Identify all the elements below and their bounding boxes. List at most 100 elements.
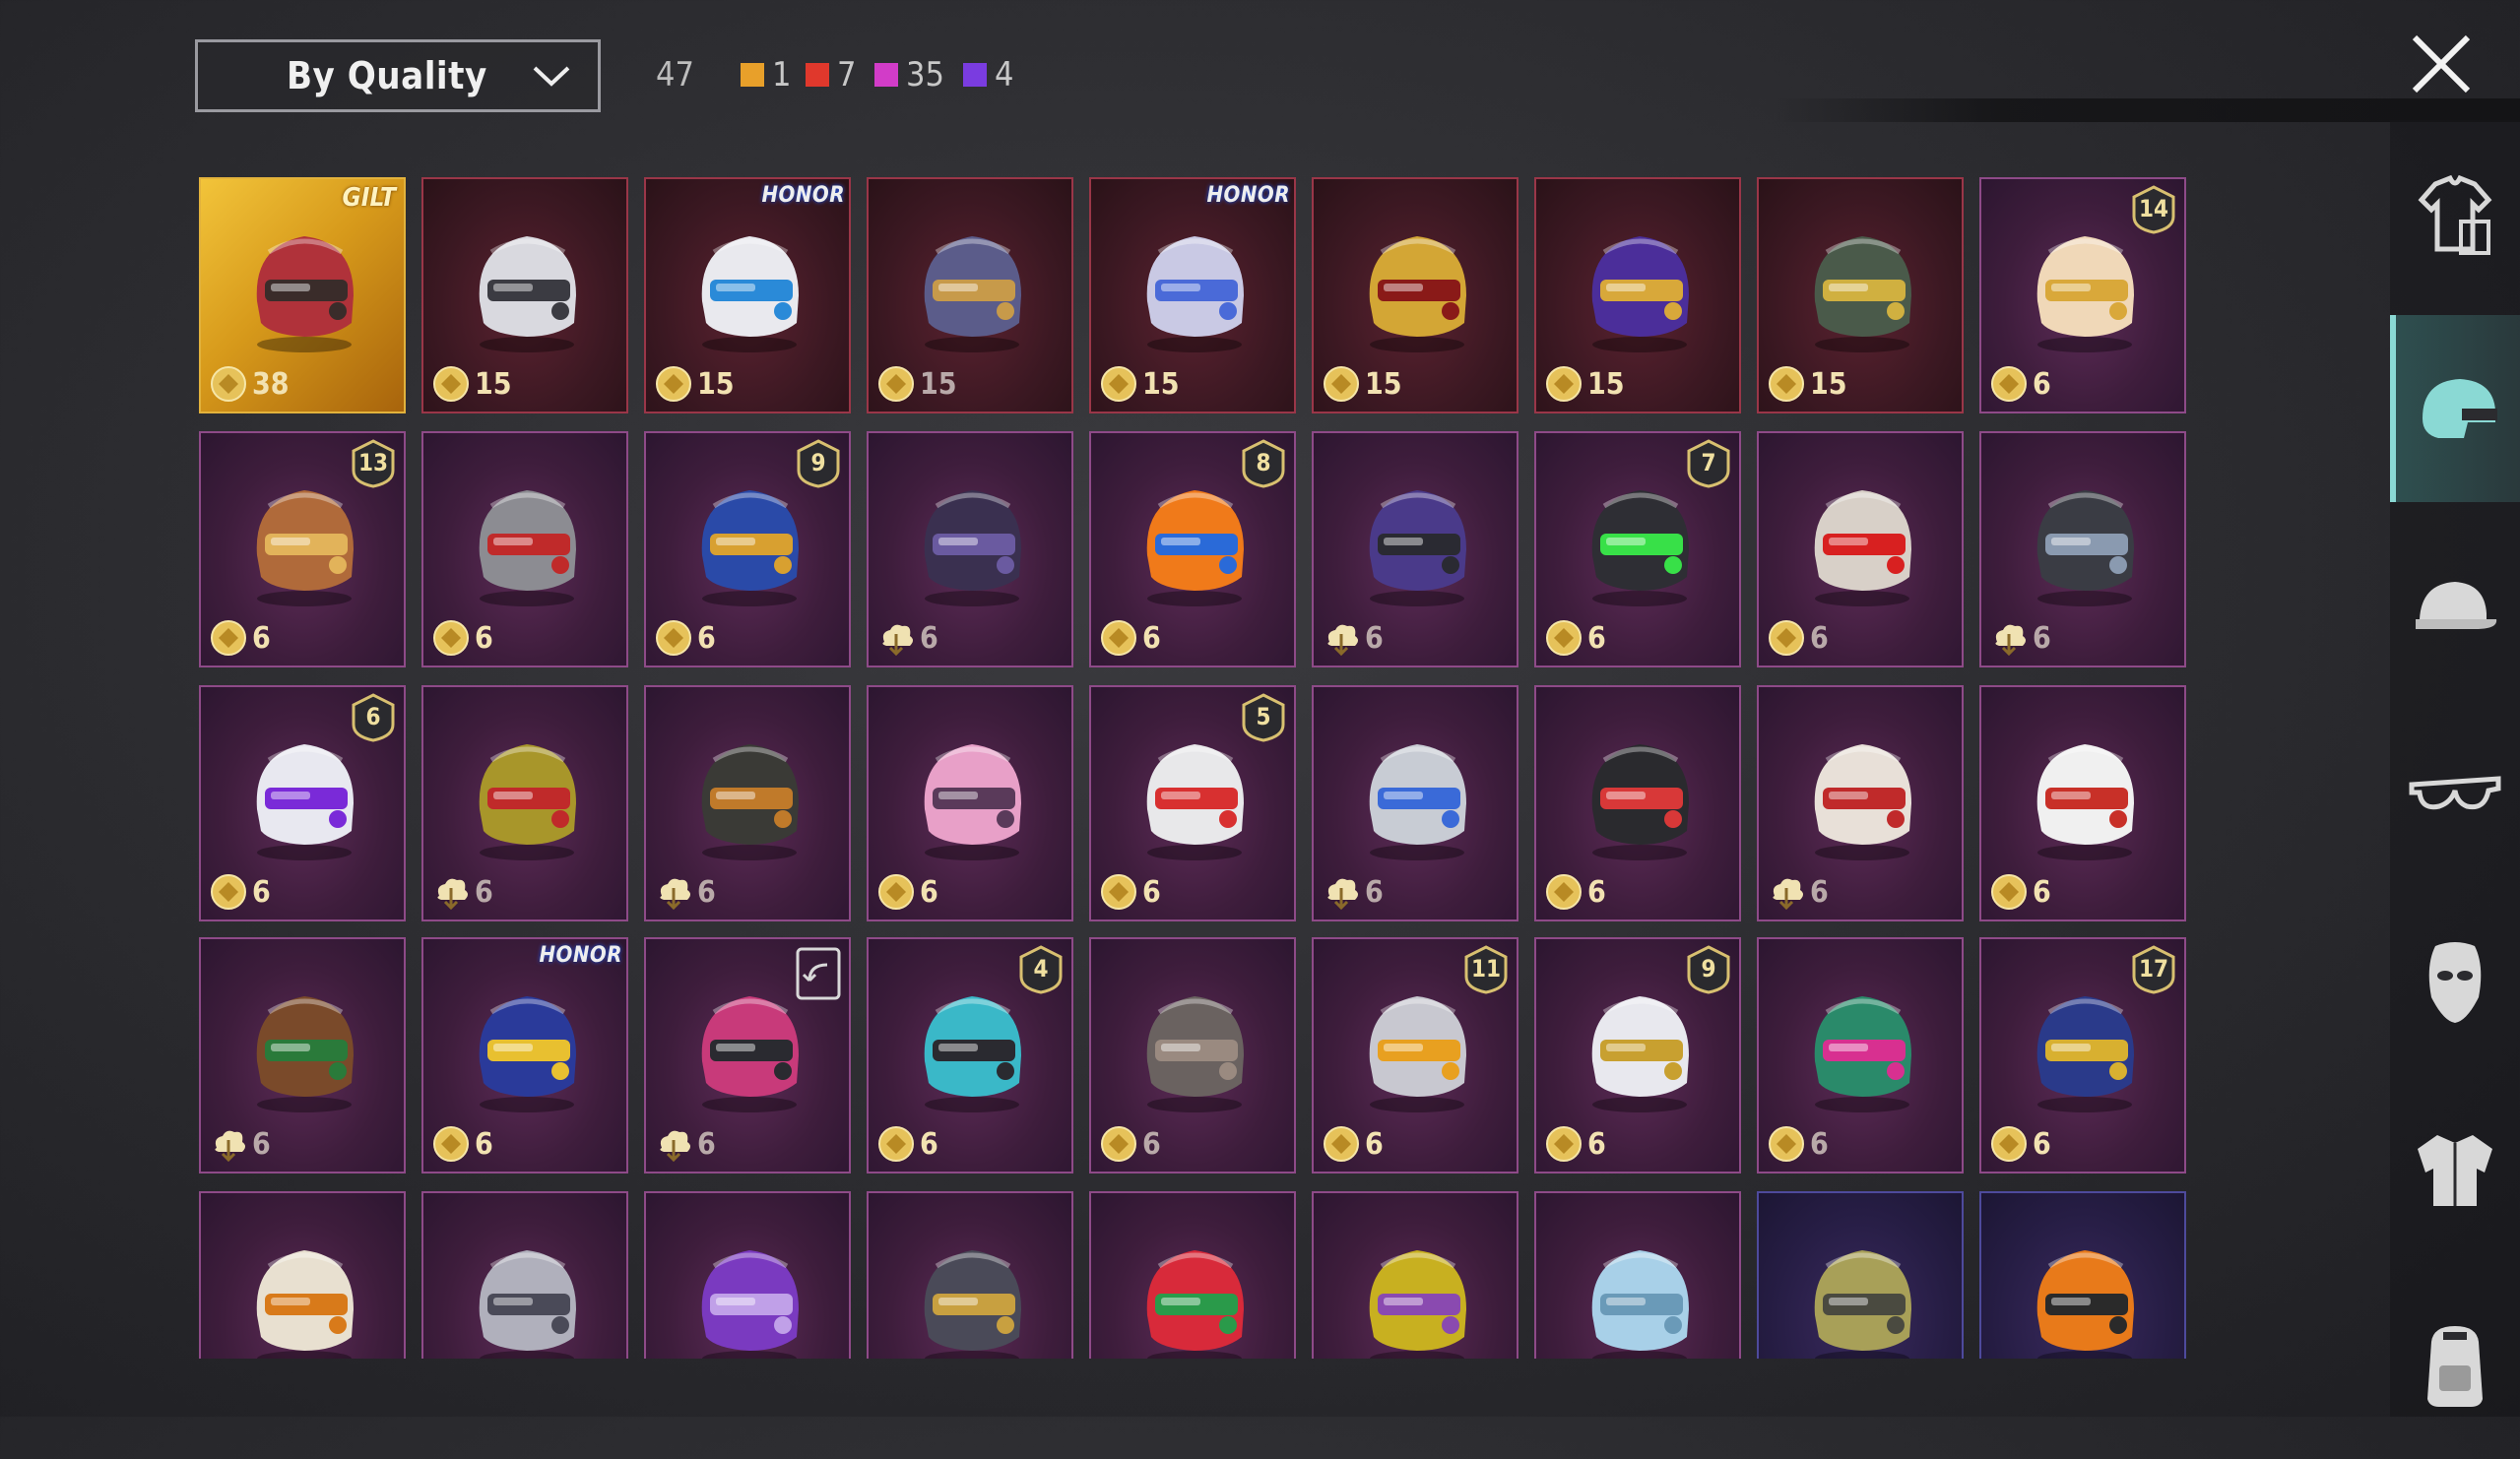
sort-dropdown[interactable]: By Quality bbox=[195, 39, 601, 112]
coin-icon bbox=[1769, 366, 1804, 402]
coin-icon bbox=[878, 1126, 914, 1162]
coin-icon bbox=[878, 874, 914, 910]
helmet-item-card[interactable]: 6 bbox=[1979, 685, 2186, 921]
helmet-item-card[interactable]: HONOR 6 bbox=[421, 937, 628, 1174]
level-badge-value: 14 bbox=[2138, 195, 2169, 222]
helmet-item-card[interactable]: 6 bbox=[1979, 431, 2186, 667]
helmet-item-card[interactable]: 6 bbox=[1757, 937, 1964, 1174]
helmet-item-card[interactable]: 6 bbox=[1312, 431, 1518, 667]
helmet-item-card[interactable]: 96 bbox=[1534, 937, 1741, 1174]
cost-value: 6 bbox=[1810, 620, 1829, 656]
cost-value: 15 bbox=[697, 366, 735, 402]
helmet-item-card[interactable]: 17 6 bbox=[1979, 937, 2186, 1174]
helmet-item-card[interactable]: 6 bbox=[199, 937, 406, 1174]
cost-value: 6 bbox=[2033, 874, 2051, 910]
helmet-item-card[interactable]: 6 bbox=[644, 685, 851, 921]
helmet-item-card[interactable]: 15 bbox=[1312, 177, 1518, 413]
item-cost: 6 bbox=[654, 872, 716, 912]
coin-icon bbox=[211, 874, 246, 910]
helmet-image bbox=[2016, 461, 2154, 608]
item-cost: 15 bbox=[1544, 364, 1625, 404]
level-badge: 14 bbox=[2131, 185, 2176, 234]
category-sidebar bbox=[2390, 120, 2520, 1417]
helmet-image bbox=[1793, 967, 1931, 1114]
cost-value: 6 bbox=[1365, 1126, 1384, 1162]
helmet-item-card[interactable] bbox=[1979, 1191, 2186, 1359]
hat-tab[interactable] bbox=[2390, 514, 2520, 701]
coin-icon bbox=[1546, 874, 1582, 910]
helmet-item-card[interactable]: 56 bbox=[1089, 685, 1296, 921]
helmet-item-card[interactable]: 13 6 bbox=[199, 431, 406, 667]
item-cost: 6 bbox=[1544, 1124, 1606, 1164]
quality-count-legendary: 1 bbox=[741, 55, 791, 95]
helmet-item-card[interactable]: 86 bbox=[1089, 431, 1296, 667]
jacket-icon bbox=[2418, 1135, 2492, 1206]
helmet-item-card[interactable]: 6 bbox=[1089, 937, 1296, 1174]
coin-icon bbox=[1101, 366, 1136, 402]
helmet-item-card[interactable] bbox=[867, 1191, 1073, 1359]
helmet-image bbox=[458, 1221, 596, 1359]
cost-value: 6 bbox=[1587, 1126, 1606, 1162]
helmet-item-card[interactable]: 6 bbox=[421, 431, 628, 667]
close-icon bbox=[2412, 34, 2471, 94]
helmet-item-card[interactable]: 15 bbox=[867, 177, 1073, 413]
cost-value: 15 bbox=[1365, 366, 1402, 402]
level-badge: 17 bbox=[2131, 945, 2176, 994]
helmet-item-card[interactable] bbox=[1534, 1191, 1741, 1359]
helmet-item-card[interactable]: 6 bbox=[1312, 685, 1518, 921]
helmet-item-card[interactable]: 66 bbox=[199, 685, 406, 921]
cost-value: 6 bbox=[697, 874, 716, 910]
helmet-item-card[interactable]: 6 bbox=[867, 431, 1073, 667]
item-cost: 6 bbox=[876, 618, 938, 658]
helmet-item-card[interactable]: 15 bbox=[1534, 177, 1741, 413]
helmet-item-card[interactable] bbox=[199, 1191, 406, 1359]
eyewear-tab[interactable] bbox=[2390, 701, 2520, 888]
helmet-item-card[interactable] bbox=[644, 1191, 851, 1359]
helmet-item-card[interactable] bbox=[1757, 1191, 1964, 1359]
helmet-item-card[interactable]: 6 bbox=[644, 937, 851, 1174]
helmet-item-card[interactable]: HONOR 15 bbox=[644, 177, 851, 413]
cost-value: 15 bbox=[1810, 366, 1847, 402]
backpack-tab[interactable] bbox=[2390, 1272, 2520, 1459]
helmet-item-card[interactable]: HONOR 15 bbox=[1089, 177, 1296, 413]
coin-icon bbox=[1324, 1126, 1359, 1162]
cap-icon bbox=[2416, 582, 2497, 629]
cost-value: 6 bbox=[475, 620, 493, 656]
quality-swatch bbox=[741, 63, 764, 87]
cost-value: 6 bbox=[1810, 1126, 1829, 1162]
close-button[interactable] bbox=[2407, 30, 2476, 98]
cost-value: 6 bbox=[2033, 620, 2051, 656]
helmet-item-card[interactable] bbox=[1312, 1191, 1518, 1359]
item-cost: 15 bbox=[1767, 364, 1847, 404]
helmet-item-card[interactable]: 6 bbox=[1757, 685, 1964, 921]
helmet-item-card[interactable]: 11 6 bbox=[1312, 937, 1518, 1174]
mask-tab[interactable] bbox=[2390, 888, 2520, 1075]
helmet-item-card[interactable]: 96 bbox=[644, 431, 851, 667]
helmet-image bbox=[1348, 461, 1486, 608]
total-count: 47 bbox=[656, 55, 694, 95]
helmet-tab[interactable] bbox=[2390, 315, 2520, 502]
level-badge: 9 bbox=[796, 439, 841, 488]
level-badge-value: 8 bbox=[1256, 449, 1271, 476]
cost-value: 6 bbox=[475, 874, 493, 910]
helmet-item-card[interactable] bbox=[421, 1191, 628, 1359]
glasses-icon bbox=[2409, 776, 2501, 810]
helmet-item-card[interactable] bbox=[1089, 1191, 1296, 1359]
item-cost: 15 bbox=[876, 364, 957, 404]
coin-icon bbox=[1546, 620, 1582, 656]
swap-icon bbox=[796, 947, 841, 1000]
helmet-item-card[interactable]: GILT 38 bbox=[199, 177, 406, 413]
helmet-item-card[interactable]: 6 bbox=[1534, 685, 1741, 921]
helmet-item-card[interactable]: 14 6 bbox=[1979, 177, 2186, 413]
jacket-tab[interactable] bbox=[2390, 1075, 2520, 1262]
helmet-item-card[interactable]: 6 bbox=[1757, 431, 1964, 667]
coin-icon bbox=[1324, 366, 1359, 402]
outfit-tab[interactable] bbox=[2390, 120, 2520, 307]
upgrade-cloud-icon bbox=[437, 878, 468, 911]
helmet-item-card[interactable]: 15 bbox=[1757, 177, 1964, 413]
helmet-item-card[interactable]: 76 bbox=[1534, 431, 1741, 667]
helmet-item-card[interactable]: 6 bbox=[867, 685, 1073, 921]
helmet-item-card[interactable]: 15 bbox=[421, 177, 628, 413]
helmet-item-card[interactable]: 6 bbox=[421, 685, 628, 921]
helmet-item-card[interactable]: 46 bbox=[867, 937, 1073, 1174]
